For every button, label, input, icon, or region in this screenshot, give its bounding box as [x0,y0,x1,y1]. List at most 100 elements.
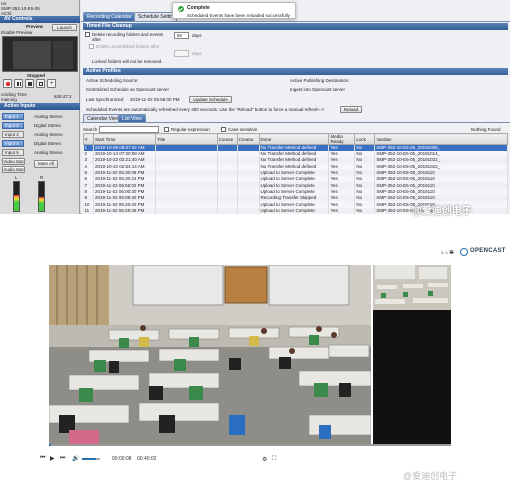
locked-folders-note: Locked folders will not be removed. [92,59,163,64]
search-label: Search [83,127,98,132]
input-5-label: Analog Stereo [34,150,63,155]
player-header-icons[interactable]: ⌕ ⌂ ▤ [441,250,453,256]
total-time: 00:40:02 [137,456,157,462]
video-mute-button[interactable]: Video Mut [2,158,25,165]
case-sensitive-label: Case sensitive [228,127,258,132]
pause-button[interactable] [14,79,23,88]
mark-button[interactable] [36,79,45,88]
column-header[interactable]: Media Ready [328,133,356,145]
reload-button[interactable]: Reload [340,106,362,113]
seek-bar-progress [49,444,51,446]
record-button[interactable] [3,79,12,88]
schedule-panel: Recording Calendar Schedule Settin Timed… [81,0,510,214]
launch-button[interactable]: Launch [52,24,77,31]
column-header[interactable]: Title [154,133,218,145]
input-1-button[interactable]: Input 1 [2,113,24,120]
days-label: days [192,33,202,38]
audio-mute-button[interactable]: Audio Mut [2,166,25,173]
scheduling-source-value: Centralized Schedule as Opencast server [86,87,170,92]
column-header[interactable]: Lock [354,133,376,145]
delete-unpublished-checkbox[interactable] [89,44,94,49]
search-input[interactable] [99,126,159,133]
table-cell: Yes [328,207,356,214]
mute-all-button[interactable]: Mute All [34,160,58,168]
toast-message: Scheduled Events have been reloaded succ… [187,13,290,18]
table-cell: 11 [83,207,94,214]
search-result-status: Nothing Found [471,127,501,132]
stop-button[interactable] [25,79,34,88]
days-label-2: days [192,51,202,56]
column-header[interactable]: Course [216,133,238,145]
audio-meter-left [13,181,20,212]
table-cell: 2019-11-02 06:28:45 PM [93,207,156,214]
column-header[interactable]: Creator [236,133,260,145]
seek-bar[interactable] [49,444,451,446]
tab-recording-calendar[interactable]: Recording Calendar [83,12,136,21]
input-1-label: Analog Stereo [34,114,63,119]
opencast-logo: OPENCAST [470,248,506,254]
input-3-label: Analog Stereo [34,132,63,137]
delete-folders-checkbox[interactable] [85,32,90,37]
enable-preview-label: Enable Preview [1,30,33,35]
watermark: @爱迪创电子 [412,206,472,217]
meter-left-label: L [15,175,18,180]
preview-window [2,36,78,72]
input-2-label: Digital Stereo [34,123,62,128]
delete-unpublished-label: Delete unpublished folders after [96,44,160,49]
column-header[interactable]: # [83,133,94,145]
volume-slider[interactable] [82,458,100,460]
delete-days-field[interactable]: 60 [174,32,189,39]
input-2-button[interactable]: Input 2 [2,122,24,129]
recorder-screenshot: ne: SMP-352-10-E5-05 ACSl: AV Controls P… [0,0,510,214]
scheduling-source-label: Active Scheduling Source: [86,78,139,83]
last-synchronized-value: 2019-11-02 05:56:00 PM [130,97,180,102]
refresh-note: Scheduled Events are automatically refre… [86,107,325,112]
preview-thumbnail [53,41,73,69]
publishing-destination-label: Active Publishing Destination: [290,78,350,83]
play-icon[interactable]: ▶ [50,455,55,462]
audio-meter-right [38,181,45,212]
input-4-label: Digital Stereo [34,141,62,146]
skip-forward-icon[interactable]: ⏭ [60,455,65,462]
table-header-row: # Start Time Title Course Creator Done Media R… [83,133,508,145]
table-cell [237,207,260,214]
table-cell: No [354,207,376,214]
left-control-panel: ne: SMP-352-10-E5-05 ACSl: AV Controls P… [0,0,80,214]
volume-icon[interactable]: 🔊 [72,455,79,462]
active-inputs-header: Active Inputs [0,103,80,110]
column-header[interactable]: Start Time [92,133,156,145]
table-cell: Upload to Server Complete [259,207,330,214]
active-profiles-header: Active Profiles [83,68,508,75]
input-4-button[interactable]: Input 4 [2,140,24,147]
toast-title: Complete [187,5,210,11]
current-time: 00:00:08 [112,456,132,462]
preview-label: Preview [26,24,44,29]
fullscreen-icon[interactable]: ⛶ [272,456,276,463]
recording-time-value: 628:47:2 [54,94,72,99]
unpublished-days-field[interactable] [174,50,189,57]
input-5-button[interactable]: Input 5 [2,149,24,156]
meter-right-label: R [40,175,44,180]
watermark: @爱迪创电子 [403,471,458,481]
regex-checkbox[interactable] [164,127,169,132]
extend-button[interactable]: + [47,79,56,88]
update-schedule-button[interactable]: Update Schedule [189,96,232,103]
presenter-video[interactable] [49,265,371,444]
secondary-video[interactable] [373,265,451,444]
av-controls-header: AV Controls [0,16,80,23]
case-sensitive-checkbox[interactable] [221,127,226,132]
table-cell [217,207,238,214]
column-header[interactable]: Vardian [374,133,508,145]
check-circle-icon [178,6,184,12]
recorder-state-label: Stopped [27,73,45,78]
regex-label: Regular expression [171,127,210,132]
tab-list-view[interactable]: List View [118,114,146,122]
settings-icon[interactable]: ⚙ [262,456,267,463]
remaining-label: maining [1,97,17,102]
skip-back-icon[interactable]: ⏮ [40,455,45,462]
secondary-classroom-scene [373,265,451,310]
column-header[interactable]: Done [258,133,330,145]
tab-schedule-settings[interactable]: Schedule Settin [134,12,178,21]
table-cell [155,207,218,214]
input-3-button[interactable]: Input 3 [2,131,24,138]
